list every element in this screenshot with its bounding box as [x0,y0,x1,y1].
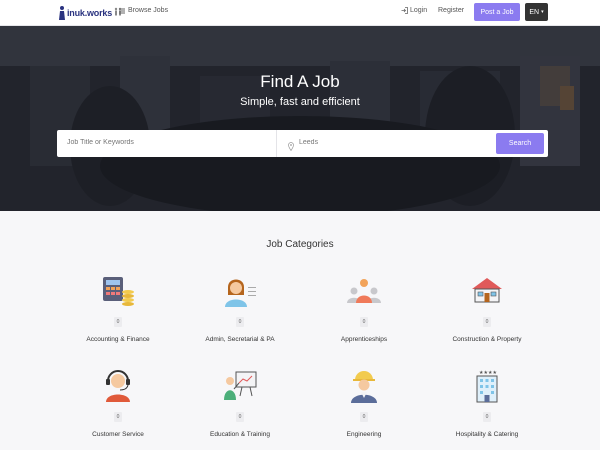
language-label: EN [529,8,540,16]
engineer-helmet-icon [346,368,382,404]
category-admin-secretarial[interactable]: 0 Admin, Secretarial & PA [180,273,300,353]
site-logo[interactable]: inuk.works [58,4,122,22]
browse-jobs-link[interactable]: Browse Jobs [119,7,168,14]
search-button[interactable]: Search [496,133,544,154]
category-count: 0 [236,317,244,327]
category-count: 0 [114,412,122,422]
hero-subtitle: Simple, fast and efficient [240,96,360,108]
login-label: Login [410,7,428,14]
category-count: 0 [236,412,244,422]
list-icon [119,8,125,14]
logo-text: inuk.works [67,8,113,18]
language-dropdown[interactable]: EN ▾ [525,3,548,21]
category-count: 0 [483,412,491,422]
caret-down-icon: ▾ [541,9,544,15]
browse-jobs-label: Browse Jobs [128,7,169,14]
house-icon [469,273,505,309]
calculator-coins-icon [100,273,136,309]
logo-figure-icon [58,5,66,21]
category-name: Customer Service [92,431,144,438]
login-link[interactable]: Login [401,7,427,14]
hotel-icon: ★★★★ [469,368,505,404]
category-name: Construction & Property [452,336,522,343]
group-people-icon [346,273,382,309]
category-count: 0 [483,317,491,327]
job-search-bar: Search [57,130,548,157]
hero-title: Find A Job [260,72,340,91]
category-name: Education & Training [210,431,270,438]
category-engineering[interactable]: 0 Engineering [304,368,424,448]
category-customer-service[interactable]: 0 Customer Service [58,368,178,448]
category-hospitality-catering[interactable]: ★★★★ 0 Hospitality & Catering [427,368,547,448]
category-apprenticeships[interactable]: 0 Apprenticeships [304,273,424,353]
category-construction-property[interactable]: 0 Construction & Property [427,273,547,353]
register-link[interactable]: Register [438,7,464,14]
category-name: Accounting & Finance [86,336,150,343]
category-name: Engineering [346,431,382,438]
navbar: inuk.works Browse Jobs Login Register Po… [0,0,600,26]
category-name: Admin, Secretarial & PA [205,336,275,343]
hero-overlay [0,26,600,211]
hero-banner: Find A Job Simple, fast and efficient Se… [0,26,600,211]
category-count: 0 [360,412,368,422]
category-name: Apprenticeships [340,336,388,343]
location-pin-icon [288,138,294,152]
post-job-button[interactable]: Post a Job [474,3,520,21]
category-count: 0 [114,317,122,327]
category-education-training[interactable]: 0 Education & Training [180,368,300,448]
category-accounting-finance[interactable]: 0 Accounting & Finance [58,273,178,353]
category-count: 0 [360,317,368,327]
keyword-input[interactable] [67,139,267,146]
headset-agent-icon [100,368,136,404]
svg-text:★★★★: ★★★★ [479,370,497,376]
category-name: Hospitality & Catering [455,431,519,438]
categories-heading: Job Categories [266,239,334,250]
location-input[interactable] [299,139,479,146]
search-divider [276,130,277,157]
teacher-board-icon [222,368,258,404]
login-icon [401,7,408,14]
secretary-icon [222,273,258,309]
